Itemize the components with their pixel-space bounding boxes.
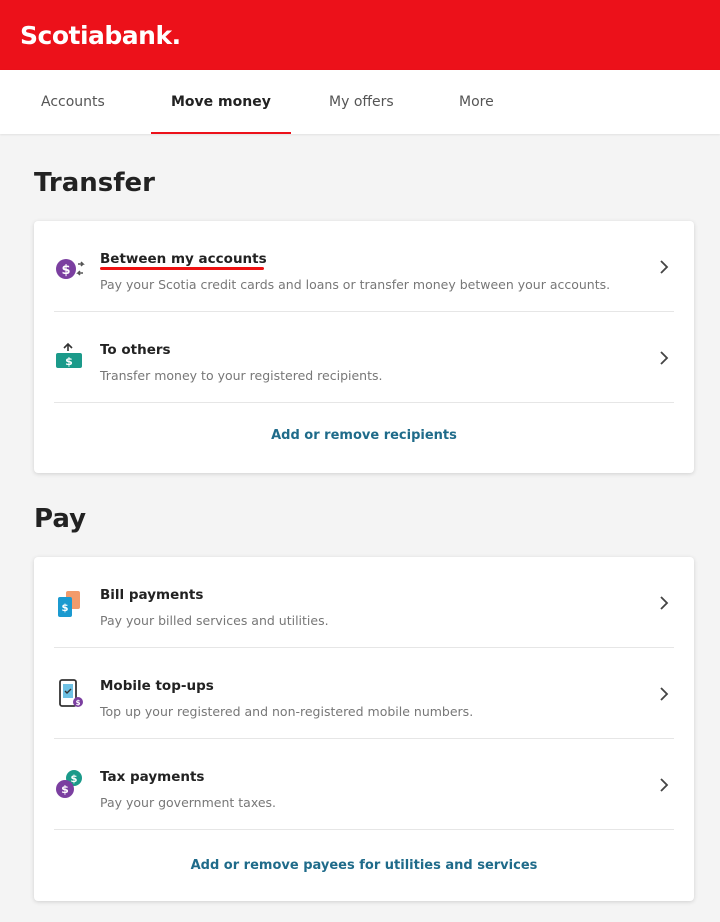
chevron-right-icon — [656, 686, 672, 702]
bill-payments-item[interactable]: $ Bill payments Pay your billed services… — [54, 557, 674, 648]
svg-text:$: $ — [65, 355, 73, 368]
exchange-dollar-icon: $ — [54, 249, 88, 283]
item-title: Between my accounts — [100, 251, 267, 267]
annotation-underline — [100, 267, 264, 270]
item-description: Pay your billed services and utilities. — [100, 613, 329, 628]
svg-text:$: $ — [76, 699, 81, 707]
send-money-icon: $ — [54, 340, 88, 374]
tax-coins-icon: $ $ — [54, 767, 88, 801]
pay-card: $ Bill payments Pay your billed services… — [34, 557, 694, 901]
svg-text:$: $ — [61, 783, 69, 796]
item-description: Top up your registered and non-registere… — [100, 704, 474, 719]
tab-more[interactable]: More — [459, 70, 494, 134]
pay-section-title: Pay — [34, 504, 87, 534]
tab-accounts[interactable]: Accounts — [41, 70, 105, 134]
item-description: Pay your Scotia credit cards and loans o… — [100, 277, 611, 292]
svg-text:$: $ — [62, 603, 69, 614]
tax-payments-item[interactable]: $ $ Tax payments Pay your government tax… — [54, 739, 674, 830]
tab-move-money[interactable]: Move money — [151, 70, 291, 134]
item-description: Pay your government taxes. — [100, 795, 277, 810]
scotiabank-logo[interactable]: Scotiabank. — [20, 21, 181, 50]
item-title: Bill payments — [100, 587, 204, 603]
svg-text:$: $ — [61, 263, 70, 278]
chevron-right-icon — [656, 595, 672, 611]
add-remove-recipients-link[interactable]: Add or remove recipients — [271, 428, 457, 443]
chevron-right-icon — [656, 259, 672, 275]
chevron-right-icon — [656, 350, 672, 366]
main-nav-tabs: Accounts Move money My offers More — [0, 70, 720, 134]
item-description: Transfer money to your registered recipi… — [100, 368, 383, 383]
transfer-section-title: Transfer — [34, 168, 155, 198]
mobile-top-ups-item[interactable]: $ Mobile top-ups Top up your registered … — [54, 648, 674, 739]
chevron-right-icon — [656, 777, 672, 793]
item-title: To others — [100, 342, 171, 358]
transfer-card: $ Between my accounts Pay your Scotia cr… — [34, 221, 694, 473]
bill-icon: $ — [54, 585, 88, 619]
mobile-icon: $ — [54, 676, 88, 710]
item-title: Tax payments — [100, 769, 205, 785]
app-header: Scotiabank. — [0, 0, 720, 70]
tab-my-offers[interactable]: My offers — [329, 70, 394, 134]
item-title: Mobile top-ups — [100, 678, 214, 694]
to-others-item[interactable]: $ To others Transfer money to your regis… — [54, 312, 674, 403]
add-remove-payees-link[interactable]: Add or remove payees for utilities and s… — [191, 858, 538, 873]
